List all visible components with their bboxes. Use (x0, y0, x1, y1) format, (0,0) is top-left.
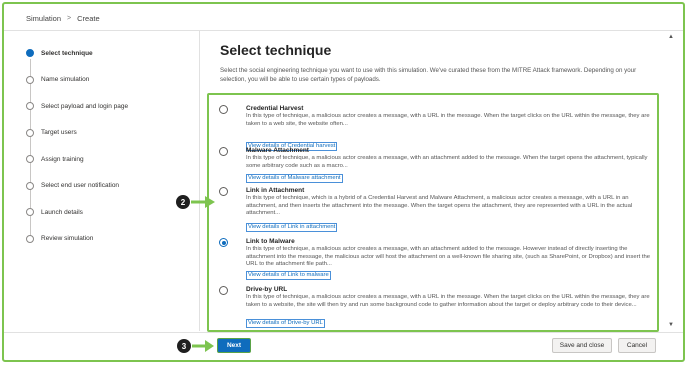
option-details-link[interactable]: View details of Link to malware (246, 271, 331, 280)
radio-button[interactable] (219, 286, 228, 295)
radio-button-selected[interactable] (219, 238, 228, 247)
option-description: In this type of technique, a malicious a… (246, 113, 650, 127)
radio-button[interactable] (219, 187, 228, 196)
step-review-simulation[interactable]: Review simulation (26, 234, 94, 243)
page-title: Select technique (220, 42, 332, 58)
step-end-user-notification[interactable]: Select end user notification (26, 181, 120, 190)
step-pending-icon (26, 155, 34, 163)
option-description: In this type of technique, which is a hy… (246, 195, 633, 217)
step-label: Launch details (41, 208, 83, 216)
option-description: In this type of technique, a malicious a… (246, 155, 648, 169)
step-label: Select technique (41, 49, 93, 57)
breadcrumb-create: Create (77, 14, 100, 23)
option-details-link[interactable]: View details of Malware attachment (246, 174, 343, 183)
step-current-icon (26, 49, 34, 57)
cancel-button[interactable]: Cancel (618, 338, 656, 353)
option-title: Link in Attachment (246, 187, 305, 194)
option-title: Drive-by URL (246, 286, 288, 293)
step-select-technique[interactable]: Select technique (26, 49, 93, 57)
option-title: Link to Malware (246, 238, 295, 245)
breadcrumb-separator: > (67, 15, 72, 22)
step-pending-icon (26, 208, 34, 216)
step-label: Select end user notification (41, 182, 120, 189)
step-label: Target users (41, 129, 77, 136)
option-description: In this type of technique, a malicious a… (246, 246, 651, 268)
footer-divider (4, 332, 683, 333)
technique-options: Credential Harvest In this type of techn… (207, 93, 659, 332)
callout-badge: 3 (177, 339, 191, 353)
app-window: Simulation > Create Select technique Nam… (2, 2, 685, 362)
step-label: Review simulation (41, 235, 94, 242)
step-label: Name simulation (41, 76, 90, 83)
green-arrow-icon (191, 196, 215, 208)
step-select-payload[interactable]: Select payload and login page (26, 102, 128, 110)
step-pending-icon (26, 75, 34, 84)
breadcrumb-simulation[interactable]: Simulation (26, 14, 61, 23)
option-title: Malware Attachment (246, 147, 309, 154)
callout-badge: 2 (176, 195, 190, 209)
radio-button[interactable] (219, 147, 228, 156)
step-pending-icon (26, 128, 34, 137)
step-label: Assign training (41, 155, 84, 163)
step-label: Select payload and login page (41, 102, 129, 110)
scroll-down-icon[interactable]: ▼ (668, 322, 674, 328)
step-pending-icon (26, 102, 34, 110)
save-and-close-button[interactable]: Save and close (552, 338, 612, 353)
option-details-link[interactable]: View details of Drive-by URL (246, 319, 325, 328)
step-target-users[interactable]: Target users (26, 128, 77, 137)
option-title: Credential Harvest (246, 105, 304, 112)
step-name-simulation[interactable]: Name simulation (26, 75, 90, 84)
breadcrumb: Simulation > Create (26, 14, 100, 23)
page-description: Select the social engineering technique … (220, 67, 637, 83)
green-arrow-icon (192, 340, 214, 352)
option-details-link[interactable]: View details of Link in attachment (246, 223, 338, 232)
step-assign-training[interactable]: Assign training (26, 155, 84, 163)
step-pending-icon (26, 181, 34, 190)
step-pending-icon (26, 234, 34, 243)
step-launch-details[interactable]: Launch details (26, 208, 83, 216)
next-button[interactable]: Next (217, 338, 251, 353)
option-description: In this type of technique, a malicious a… (246, 294, 650, 308)
radio-button[interactable] (219, 105, 228, 114)
scroll-up-icon[interactable]: ▲ (668, 34, 674, 40)
